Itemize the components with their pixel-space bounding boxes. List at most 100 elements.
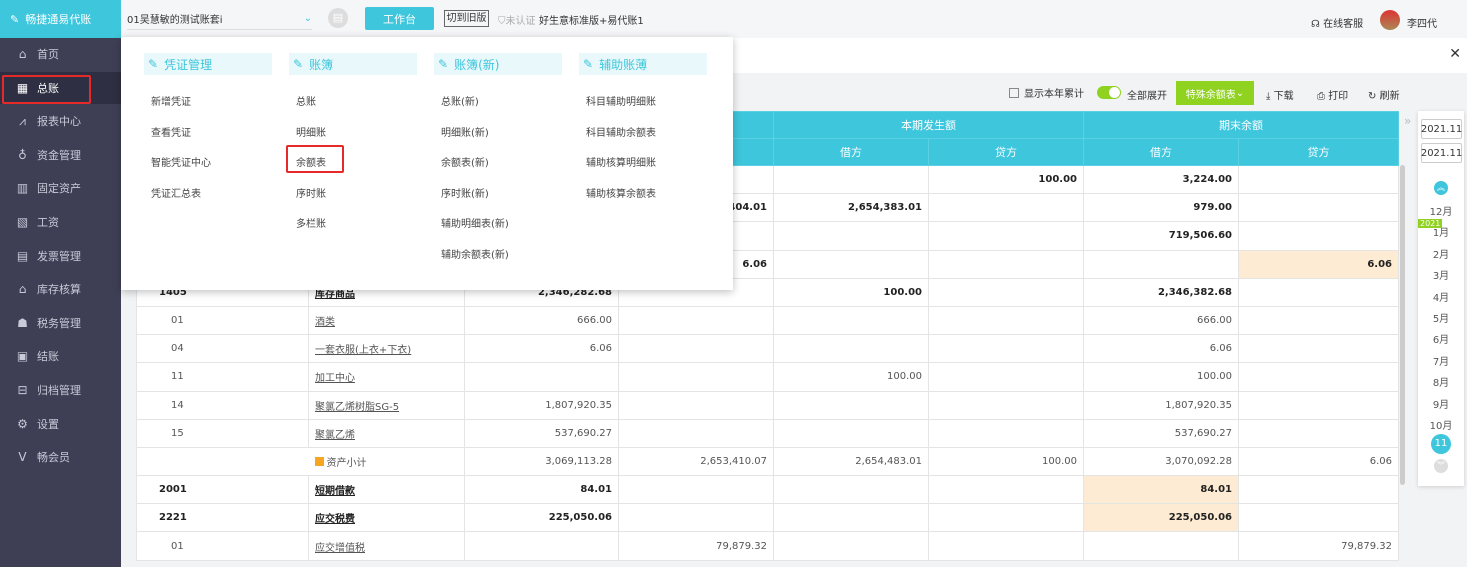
menu-item[interactable]: 科目辅助明细账 — [586, 93, 656, 108]
cell-1[interactable]: 应交增值税 — [308, 531, 465, 561]
close-icon[interactable]: ✕ — [1449, 46, 1461, 62]
cell-2 — [464, 531, 619, 561]
chart-icon: ⩘ — [19, 113, 26, 128]
user-name[interactable]: 李四代 — [1407, 15, 1437, 30]
table-row[interactable]: 15 聚氯乙烯 537,690.27 537,690.27 — [136, 418, 1399, 448]
workbench-button[interactable]: 工作台 — [365, 7, 434, 30]
month-item[interactable]: 8月 — [1418, 374, 1464, 389]
menu-item[interactable]: 明细账(新) — [441, 124, 489, 139]
menu-item[interactable]: 辅助核算明细账 — [586, 154, 656, 169]
download-button[interactable]: ⤓ 下载 — [1266, 87, 1294, 102]
menu-item[interactable]: 查看凭证 — [151, 124, 191, 139]
cell-5 — [928, 475, 1084, 505]
expand-all-label: 全部展开 — [1127, 91, 1167, 102]
cell-1[interactable]: 应交税费 — [308, 503, 465, 533]
table-row[interactable]: 04 一套衣服(上衣+下衣) 6.06 6.06 — [136, 334, 1399, 364]
table-row[interactable]: 2001 短期借款 84.01 84.01 — [136, 475, 1399, 505]
clipboard-icon[interactable]: ▤ — [328, 8, 348, 28]
cell-1[interactable]: 加工中心 — [308, 362, 465, 392]
menu-item[interactable]: 辅助核算余额表 — [586, 185, 656, 200]
expand-toggle[interactable] — [1097, 86, 1121, 99]
scroll-up-icon[interactable]: ︽ — [1434, 181, 1448, 195]
table-row[interactable]: 14 聚氯乙烯树脂SG-5 1,807,920.35 1,807,920.35 — [136, 390, 1399, 420]
printer-icon: ⎙ — [1317, 91, 1325, 102]
cell-6: 3,070,092.28 — [1083, 446, 1239, 477]
cell-3 — [618, 305, 774, 336]
month-item[interactable]: 11月 — [1431, 434, 1451, 469]
cell-1[interactable]: 聚氯乙烯树脂SG-5 — [308, 390, 465, 420]
sidebar-item-0[interactable]: ⌂ 首页 — [0, 38, 121, 70]
sidebar-item-7[interactable]: ⌂ 库存核算 — [0, 273, 121, 305]
cell-1[interactable]: 聚氯乙烯 — [308, 418, 465, 448]
month-item[interactable]: 12月 — [1418, 203, 1464, 218]
sidebar-item-10[interactable]: ⊟ 归档管理 — [0, 374, 121, 406]
cell-4 — [773, 249, 929, 279]
avatar[interactable] — [1380, 10, 1400, 30]
cell-6: 84.01 — [1083, 475, 1239, 505]
table-row[interactable]: 01 酒类 666.00 666.00 — [136, 305, 1399, 336]
sidebar-item-5[interactable]: ▧ 工资 — [0, 206, 121, 238]
menu-section-header: ✎ 账簿 — [289, 53, 417, 75]
refresh-button[interactable]: ↻ 刷新 — [1368, 87, 1400, 102]
cell-7 — [1238, 164, 1399, 195]
sidebar-item-6[interactable]: ▤ 发票管理 — [0, 240, 121, 272]
cell-1[interactable]: 短期借款 — [308, 475, 465, 505]
menu-item[interactable]: 明细账 — [296, 124, 326, 139]
account-select[interactable]: 01吴慧敏的测试账套i ⌄ — [127, 8, 312, 30]
cell-4 — [773, 334, 929, 364]
cell-7 — [1238, 277, 1399, 307]
menu-item[interactable]: 序时账 — [296, 185, 326, 200]
month-item[interactable]: 4月 — [1418, 289, 1464, 304]
month-item[interactable]: 2月 — [1418, 246, 1464, 261]
menu-item[interactable]: 辅助余额表(新) — [441, 246, 509, 261]
cell-1[interactable]: 酒类 — [308, 305, 465, 336]
print-button[interactable]: ⎙ 打印 — [1317, 87, 1348, 102]
menu-item[interactable]: 多栏账 — [296, 215, 326, 230]
menu-item[interactable]: 辅助明细表(新) — [441, 215, 509, 230]
menu-item[interactable]: 余额表(新) — [441, 154, 489, 169]
table-row[interactable]: 01 应交增值税 79,879.32 79,879.32 — [136, 531, 1399, 561]
collapse-panel-icon[interactable]: » — [1404, 114, 1411, 128]
end-period-input[interactable]: 2021.11 — [1421, 143, 1462, 163]
cell-0: 11 — [136, 362, 309, 392]
support-link[interactable]: ☊ 在线客服 — [1311, 15, 1363, 30]
table-row[interactable]: 11 加工中心 100.00 100.00 — [136, 362, 1399, 392]
scrollbar[interactable] — [1400, 165, 1405, 485]
month-item[interactable]: 3月 — [1418, 267, 1464, 282]
menu-item[interactable]: 凭证汇总表 — [151, 185, 201, 200]
month-item[interactable]: 7月 — [1418, 353, 1464, 368]
sidebar-item-12[interactable]: V 畅会员 — [0, 441, 121, 473]
sidebar-item-2[interactable]: ⩘ 报表中心 — [0, 105, 121, 137]
start-period-input[interactable]: 2021.11 — [1421, 119, 1462, 139]
menu-item[interactable]: 序时账(新) — [441, 185, 489, 200]
special-balance-button[interactable]: 特殊余额表 ⌄ — [1176, 81, 1254, 105]
month-item[interactable]: 6月 — [1418, 331, 1464, 346]
sidebar-item-11[interactable]: ⚙ 设置 — [0, 408, 121, 440]
month-item[interactable]: 5月 — [1418, 310, 1464, 325]
month-item[interactable]: 10月 — [1418, 417, 1464, 432]
table-row[interactable]: 资产小计 3,069,113.28 2,653,410.07 2,654,483.01… — [136, 446, 1399, 477]
table-row[interactable]: 2221 应交税费 225,050.06 225,050.06 — [136, 503, 1399, 533]
month-item[interactable]: 9月 — [1418, 396, 1464, 411]
cell-2: 3,069,113.28 — [464, 446, 619, 477]
cell-7 — [1238, 334, 1399, 364]
cell-6: 225,050.06 — [1083, 503, 1239, 533]
menu-item[interactable]: 科目辅助余额表 — [586, 124, 656, 139]
sidebar-item-9[interactable]: ▣ 结账 — [0, 340, 121, 372]
sidebar-item-4[interactable]: ▥ 固定资产 — [0, 172, 121, 204]
menu-item[interactable]: 智能凭证中心 — [151, 154, 211, 169]
menu-item[interactable]: 总账(新) — [441, 93, 479, 108]
sidebar-item-8[interactable]: ☗ 税务管理 — [0, 307, 121, 339]
sidebar-item-3[interactable]: ♁ 资金管理 — [0, 139, 121, 171]
close-books-icon: ▣ — [16, 349, 29, 364]
menu-item[interactable]: 总账 — [296, 93, 316, 108]
cell-1[interactable]: 一套衣服(上衣+下衣) — [308, 334, 465, 364]
scroll-down-icon[interactable]: ︾ — [1434, 459, 1448, 473]
cell-4: 100.00 — [773, 362, 929, 392]
cell-5 — [928, 221, 1084, 251]
menu-item[interactable]: 新增凭证 — [151, 93, 191, 108]
show-year-checkbox[interactable]: 显示本年累计 — [1009, 85, 1084, 100]
cell-2: 1,807,920.35 — [464, 390, 619, 420]
vip-icon: V — [18, 450, 27, 465]
switch-old-button[interactable]: 切到旧版 — [444, 10, 489, 27]
